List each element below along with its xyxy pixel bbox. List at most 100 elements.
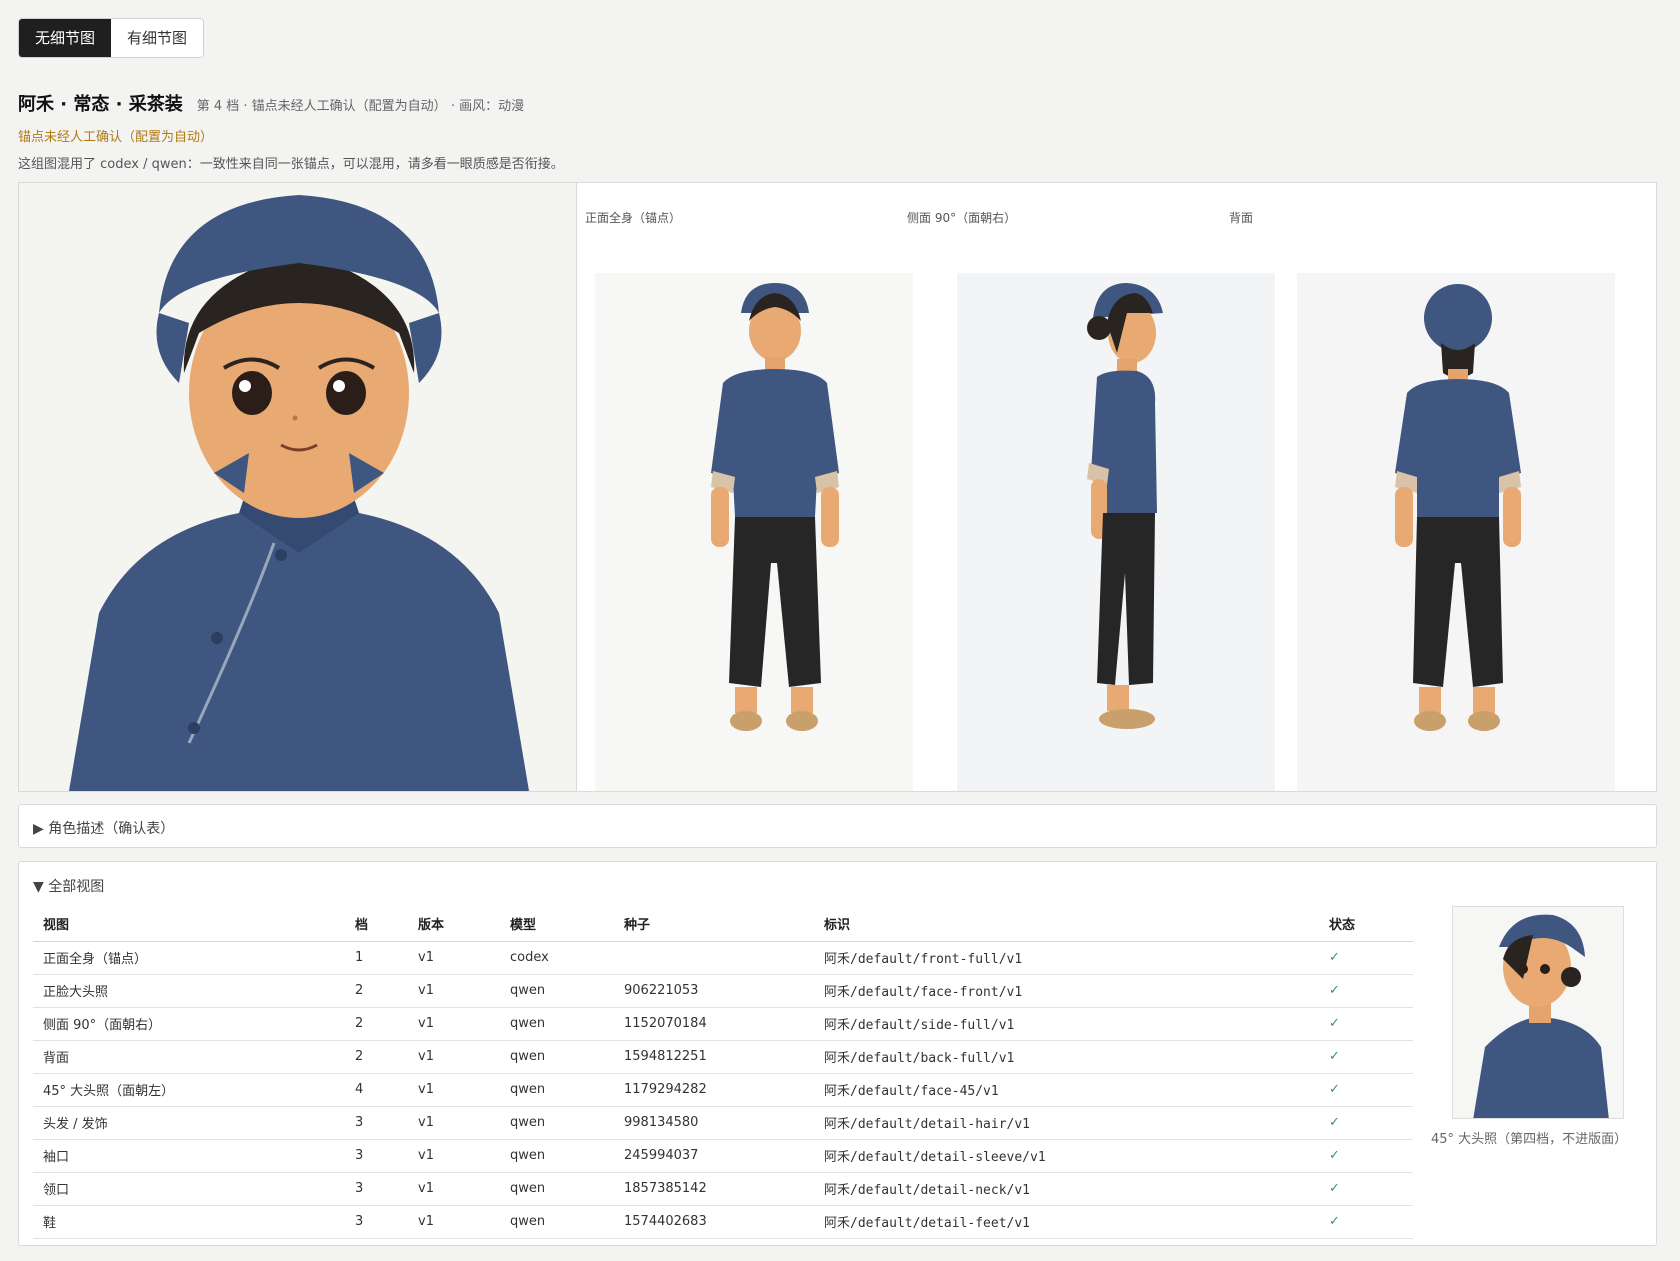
cell-model: qwen	[500, 1139, 614, 1173]
cell-status: ✓	[1319, 1007, 1413, 1041]
cell-version: v1	[408, 1172, 500, 1206]
side-full-image[interactable]	[957, 273, 1275, 791]
cell-seed: 1594812251	[614, 1040, 814, 1074]
cell-status: ✓	[1319, 1040, 1413, 1074]
cell-id: 阿禾/default/detail-sleeve/v1	[814, 1139, 1319, 1173]
table-row[interactable]: 鞋 3 v1 qwen 1574402683 阿禾/default/detail-feet…	[33, 1205, 1413, 1239]
col-view-header: 视图	[33, 906, 345, 942]
cell-status: ✓	[1319, 1106, 1413, 1140]
cell-tier: 4	[345, 1073, 408, 1107]
cell-version: v1	[408, 1139, 500, 1173]
all-views-toggle[interactable]: ▼ 全部视图	[33, 876, 104, 896]
cell-seed: 1857385142	[614, 1172, 814, 1206]
cell-model: qwen	[500, 1073, 614, 1107]
character-description-panel: ▶ 角色描述（确认表）	[18, 804, 1657, 848]
cell-seed: 1574402683	[614, 1205, 814, 1239]
character-gallery: 正面全身（锚点） 侧面 90°（面朝右） 背面	[18, 182, 1657, 792]
description-toggle[interactable]: ▶ 角色描述（确认表）	[33, 818, 174, 838]
cell-tier: 3	[345, 1106, 408, 1140]
cell-model: qwen	[500, 1172, 614, 1206]
page-title: 阿禾 · 常态 · 采茶装	[18, 94, 183, 115]
cell-view: 正面全身（锚点）	[33, 941, 345, 975]
cell-status: ✓	[1319, 974, 1413, 1008]
cell-id: 阿禾/default/front-full/v1	[814, 941, 1319, 975]
col-status-header: 状态	[1319, 906, 1413, 942]
cell-view: 头发 / 发饰	[33, 1106, 345, 1140]
table-row[interactable]: 正面全身（锚点） 1 v1 codex 阿禾/default/front-full/v1…	[33, 941, 1413, 975]
back-full-image[interactable]	[1297, 273, 1615, 791]
cell-id: 阿禾/default/detail-neck/v1	[814, 1172, 1319, 1206]
table-row[interactable]: 头发 / 发饰 3 v1 qwen 998134580 阿禾/default/detail…	[33, 1106, 1413, 1140]
cell-view: 领口	[33, 1172, 345, 1206]
table-row[interactable]: 领口 3 v1 qwen 1857385142 阿禾/default/detail-nec…	[33, 1172, 1413, 1206]
views-table-body: 正面全身（锚点） 1 v1 codex 阿禾/default/front-full/v1…	[33, 941, 1413, 1239]
cell-version: v1	[408, 1073, 500, 1107]
cell-id: 阿禾/default/detail-hair/v1	[814, 1106, 1319, 1140]
table-row[interactable]: 背面 2 v1 qwen 1594812251 阿禾/default/back-full/…	[33, 1040, 1413, 1074]
cell-view: 鞋	[33, 1205, 345, 1239]
mix-note: 这组图混用了 codex / qwen：一致性来自同一张锚点，可以混用，请多看一…	[18, 157, 564, 172]
cell-seed: 906221053	[614, 974, 814, 1008]
cell-seed: 1179294282	[614, 1073, 814, 1107]
cell-version: v1	[408, 1040, 500, 1074]
cell-id: 阿禾/default/back-full/v1	[814, 1040, 1319, 1074]
face-45-thumbnail[interactable]	[1452, 906, 1624, 1119]
cell-model: qwen	[500, 1040, 614, 1074]
cell-view: 袖口	[33, 1139, 345, 1173]
cell-view: 45° 大头照（面朝左）	[33, 1073, 345, 1107]
views-table: 视图 档 版本 模型 种子 标识 状态 正面全身（锚点） 1 v1 codex 阿禾/d…	[33, 906, 1413, 1239]
front-view-label: 正面全身（锚点）	[585, 211, 682, 225]
toggle-with-detail-button[interactable]: 有细节图	[111, 19, 204, 57]
title-row: 阿禾 · 常态 · 采茶装 第 4 档 · 锚点未经人工确认（配置为自动） · …	[18, 90, 524, 116]
cell-version: v1	[408, 941, 500, 975]
col-id-header: 标识	[814, 906, 1319, 942]
cell-status: ✓	[1319, 941, 1413, 975]
cell-version: v1	[408, 974, 500, 1008]
col-model-header: 模型	[500, 906, 614, 942]
cell-tier: 1	[345, 941, 408, 975]
cell-status: ✓	[1319, 1139, 1413, 1173]
cell-seed: 245994037	[614, 1139, 814, 1173]
cell-id: 阿禾/default/side-full/v1	[814, 1007, 1319, 1041]
back-view-label: 背面	[1229, 211, 1254, 225]
cell-seed	[614, 941, 814, 975]
cell-model: codex	[500, 941, 614, 975]
cell-seed: 998134580	[614, 1106, 814, 1140]
cell-view: 背面	[33, 1040, 345, 1074]
anchor-warning: 锚点未经人工确认（配置为自动）	[18, 130, 214, 145]
thumbnail-caption: 45° 大头照（第四档，不进版面）	[1431, 1132, 1628, 1147]
cell-model: qwen	[500, 1205, 614, 1239]
cell-tier: 3	[345, 1205, 408, 1239]
cell-status: ✓	[1319, 1073, 1413, 1107]
cell-tier: 2	[345, 974, 408, 1008]
cell-version: v1	[408, 1007, 500, 1041]
cell-view: 侧面 90°（面朝右）	[33, 1007, 345, 1041]
table-row[interactable]: 袖口 3 v1 qwen 245994037 阿禾/default/detail-slee…	[33, 1139, 1413, 1173]
all-views-panel: ▼ 全部视图 视图 档 版本 模型 种子 标识 状态 正面全身（锚点） 1 v1 co…	[18, 861, 1657, 1246]
cell-version: v1	[408, 1205, 500, 1239]
face-portrait-image[interactable]	[19, 183, 577, 791]
cell-view: 正脸大头照	[33, 974, 345, 1008]
cell-status: ✓	[1319, 1205, 1413, 1239]
cell-model: qwen	[500, 974, 614, 1008]
table-row[interactable]: 侧面 90°（面朝右） 2 v1 qwen 1152070184 阿禾/default/s…	[33, 1007, 1413, 1041]
cell-model: qwen	[500, 1106, 614, 1140]
cell-seed: 1152070184	[614, 1007, 814, 1041]
cell-status: ✓	[1319, 1172, 1413, 1206]
table-row[interactable]: 正脸大头照 2 v1 qwen 906221053 阿禾/default/face-fro…	[33, 974, 1413, 1008]
cell-tier: 3	[345, 1172, 408, 1206]
cell-id: 阿禾/default/detail-feet/v1	[814, 1205, 1319, 1239]
col-tier-header: 档	[345, 906, 408, 942]
cell-tier: 2	[345, 1040, 408, 1074]
page-meta: 第 4 档 · 锚点未经人工确认（配置为自动） · 画风：动漫	[196, 99, 525, 114]
front-full-image[interactable]	[595, 273, 913, 791]
cell-tier: 2	[345, 1007, 408, 1041]
col-seed-header: 种子	[614, 906, 814, 942]
cell-version: v1	[408, 1106, 500, 1140]
cell-tier: 3	[345, 1139, 408, 1173]
view-toggle: 无细节图 有细节图	[18, 18, 205, 58]
table-row[interactable]: 45° 大头照（面朝左） 4 v1 qwen 1179294282 阿禾/default/…	[33, 1073, 1413, 1107]
toggle-no-detail-button[interactable]: 无细节图	[19, 19, 112, 57]
table-header-row: 视图 档 版本 模型 种子 标识 状态	[33, 906, 1413, 942]
cell-id: 阿禾/default/face-front/v1	[814, 974, 1319, 1008]
